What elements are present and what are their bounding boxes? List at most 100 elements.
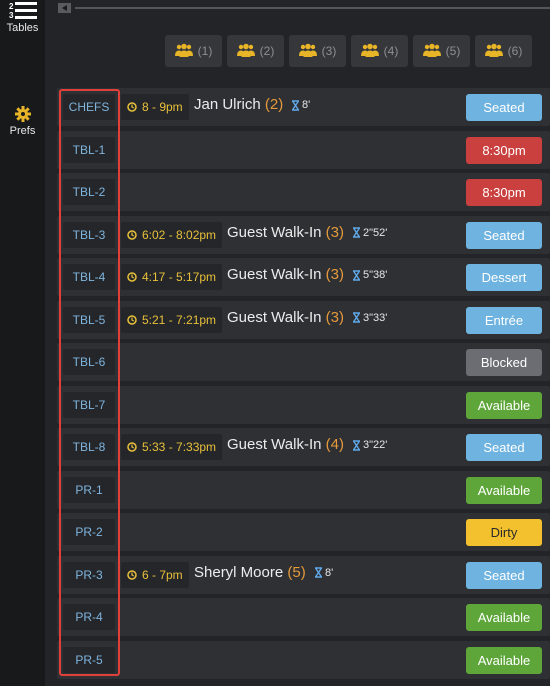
group-icon: [360, 43, 379, 60]
table-id-tag[interactable]: PR-5: [63, 646, 115, 673]
status-badge[interactable]: Seated: [466, 221, 542, 249]
table-row[interactable]: TBL-1 8:30pm: [57, 130, 550, 169]
table-row[interactable]: TBL-4 4:17 - 5:17pm Guest Walk-In (3) 5"38'…: [57, 258, 550, 296]
status-badge[interactable]: 8:30pm: [466, 179, 542, 206]
guest-name[interactable]: Sheryl Moore (5): [194, 564, 306, 581]
party-size-filter-4[interactable]: (4): [351, 35, 408, 67]
party-size-filter-5[interactable]: (5): [413, 35, 470, 67]
status-badge[interactable]: Dirty: [466, 519, 542, 546]
reservation-time[interactable]: 8 - 9pm: [121, 94, 189, 120]
wait-time: 2"52': [352, 227, 387, 239]
clock-icon: [127, 272, 137, 282]
status-badge[interactable]: 8:30pm: [466, 136, 542, 164]
wait-time: 8': [314, 567, 333, 579]
sidebar-item-prefs[interactable]: Prefs: [0, 103, 45, 137]
table-row[interactable]: TBL-6 Blocked: [57, 343, 550, 381]
party-size-filters: (1) (2) (3) (4) (5) (6): [165, 35, 532, 67]
status-badge[interactable]: Available: [466, 646, 542, 674]
table-id-tag[interactable]: TBL-2: [63, 179, 115, 205]
party-size-label: (2): [259, 44, 275, 58]
status-badge[interactable]: Entrée: [466, 306, 542, 334]
hourglass-icon: [291, 99, 300, 111]
wait-time-text: 2"52': [363, 226, 388, 239]
table-row[interactable]: PR-3 6 - 7pm Sheryl Moore (5) 8' Seated: [57, 555, 550, 594]
table-row[interactable]: PR-5 Available: [57, 640, 550, 679]
party-size-filter-6[interactable]: (6): [475, 35, 532, 67]
status-badge[interactable]: Available: [466, 604, 542, 631]
group-icon: [236, 43, 255, 60]
party-size: (2): [264, 96, 284, 113]
svg-text:2: 2: [9, 2, 14, 11]
table-id-tag[interactable]: TBL-8: [63, 434, 115, 460]
table-row[interactable]: TBL-2 8:30pm: [57, 173, 550, 211]
wait-time-text: 5"38': [363, 269, 388, 281]
status-badge[interactable]: Seated: [466, 434, 542, 461]
status-badge[interactable]: Available: [466, 391, 542, 419]
table-row[interactable]: CHEFS 8 - 9pm Jan Ulrich (2) 8' Seated: [57, 88, 550, 126]
sidebar-item-label: Tables: [6, 22, 39, 34]
guest-name[interactable]: Jan Ulrich (2): [194, 96, 283, 113]
guest-name[interactable]: Guest Walk-In (3): [227, 309, 344, 326]
party-size-filter-2[interactable]: (2): [227, 35, 284, 67]
status-badge[interactable]: Seated: [466, 94, 542, 121]
party-size-filter-3[interactable]: (3): [289, 35, 346, 67]
table-row[interactable]: TBL-8 5:33 - 7:33pm Guest Walk-In (4) 3"22'…: [57, 428, 550, 466]
table-id-tag[interactable]: TBL-7: [63, 391, 115, 418]
table-id-tag[interactable]: PR-3: [63, 561, 115, 588]
table-row[interactable]: TBL-7 Available: [57, 385, 550, 424]
wait-time: 5"38': [352, 269, 387, 281]
group-icon: [422, 43, 441, 60]
group-icon: [298, 43, 317, 60]
wait-time-text: 3"33': [363, 311, 388, 324]
reservation-time[interactable]: 6 - 7pm: [121, 561, 189, 588]
status-badge[interactable]: Seated: [466, 561, 542, 589]
wait-time: 3"33': [352, 312, 387, 324]
horizontal-scrollbar[interactable]: [75, 7, 550, 9]
table-id-tag[interactable]: PR-4: [63, 604, 115, 630]
group-icon: [484, 43, 503, 60]
table-row[interactable]: PR-4 Available: [57, 598, 550, 636]
party-size-label: (1): [197, 44, 213, 58]
guest-name[interactable]: Guest Walk-In (3): [227, 266, 344, 283]
wait-time-text: 8': [325, 566, 334, 579]
clock-icon: [127, 314, 137, 325]
table-id-tag[interactable]: TBL-3: [63, 221, 115, 248]
table-id-tag[interactable]: TBL-5: [63, 306, 115, 333]
guest-name[interactable]: Guest Walk-In (4): [227, 436, 344, 453]
wait-time-text: 8': [302, 99, 311, 111]
guest-name[interactable]: Guest Walk-In (3): [227, 224, 344, 241]
party-size: (3): [325, 223, 344, 241]
reservation-time-text: 5:33 - 7:33pm: [142, 440, 217, 454]
hourglass-icon: [314, 567, 323, 578]
table-id-tag[interactable]: TBL-4: [63, 264, 115, 290]
table-row[interactable]: PR-1 Available: [57, 470, 550, 509]
table-id-tag[interactable]: PR-1: [63, 476, 115, 503]
table-id-tag[interactable]: TBL-1: [63, 136, 115, 163]
party-size-label: (5): [445, 44, 461, 58]
reservation-time-text: 8 - 9pm: [142, 100, 183, 114]
table-row[interactable]: PR-2 Dirty: [57, 513, 550, 551]
status-badge[interactable]: Available: [466, 476, 542, 504]
clock-icon: [127, 229, 137, 240]
table-row[interactable]: TBL-5 5:21 - 7:21pm Guest Walk-In (3) 3"33'…: [57, 300, 550, 339]
reservation-time[interactable]: 5:21 - 7:21pm: [121, 306, 223, 333]
table-id-tag[interactable]: TBL-6: [63, 349, 115, 375]
reservation-time[interactable]: 4:17 - 5:17pm: [121, 264, 223, 290]
gear-icon: [0, 103, 45, 125]
status-badge[interactable]: Dessert: [466, 264, 542, 291]
table-id-tag[interactable]: PR-2: [63, 519, 115, 545]
sidebar: 2 3 Tables Prefs: [0, 0, 45, 686]
reservation-time-text: 5:21 - 7:21pm: [142, 312, 217, 327]
reservation-time[interactable]: 5:33 - 7:33pm: [121, 434, 223, 460]
table-id-tag[interactable]: CHEFS: [63, 94, 115, 120]
party-size-filter-1[interactable]: (1): [165, 35, 222, 67]
sidebar-item-tables[interactable]: 2 3 Tables: [0, 0, 45, 34]
table-row[interactable]: TBL-3 6:02 - 8:02pm Guest Walk-In (3) 2"52'…: [57, 215, 550, 254]
party-size: (3): [325, 308, 344, 326]
reservation-time-text: 4:17 - 5:17pm: [142, 270, 217, 284]
party-size-label: (6): [507, 44, 523, 58]
reservation-time[interactable]: 6:02 - 8:02pm: [121, 221, 223, 248]
scroll-left-button[interactable]: [58, 3, 71, 13]
status-badge[interactable]: Blocked: [466, 349, 542, 376]
caret-left-icon: [61, 5, 67, 11]
